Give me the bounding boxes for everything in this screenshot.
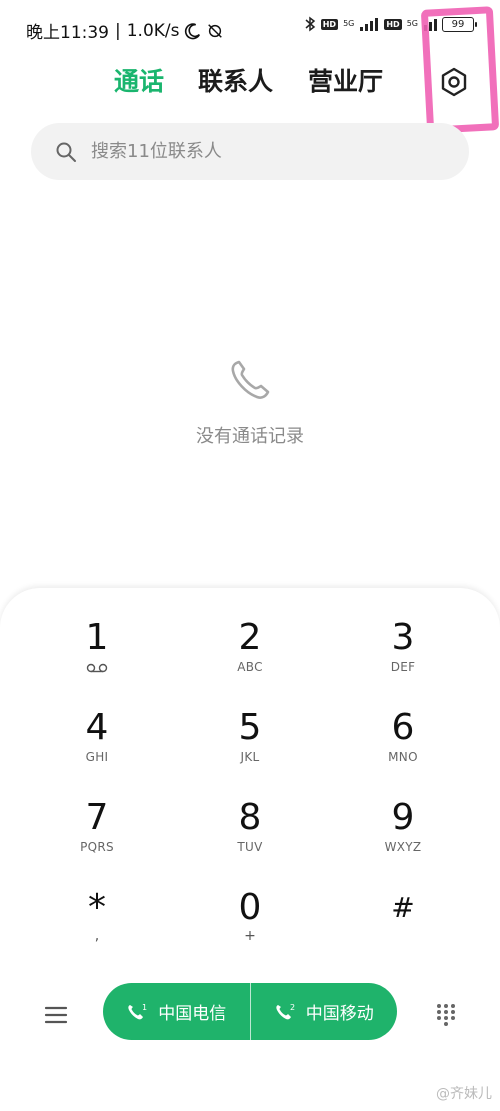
key-letters: PQRS	[80, 840, 114, 854]
moon-icon	[184, 22, 200, 39]
key-sub: +	[244, 928, 256, 944]
key-digit: #	[391, 891, 415, 924]
call-button-bar: 1 中国电信 2 中国移动	[103, 983, 397, 1040]
key-digit: 8	[238, 797, 262, 838]
key-5[interactable]: 5 JKL	[190, 702, 310, 782]
key-letters: TUV	[237, 840, 263, 854]
key-digit: 4	[85, 707, 109, 748]
key-4[interactable]: 4 GHI	[37, 702, 157, 782]
key-digit: 5	[238, 707, 262, 748]
search-bar[interactable]	[31, 123, 469, 180]
key-digit: 7	[85, 797, 109, 838]
network-type: 5G	[343, 19, 355, 28]
key-letters: WXYZ	[384, 840, 422, 854]
key-letters: DEF	[390, 660, 416, 674]
voicemail-icon	[86, 663, 108, 673]
sim2-number: 2	[290, 1003, 295, 1012]
call-sim2-button[interactable]: 2 中国移动	[251, 983, 398, 1040]
key-digit: 6	[391, 707, 415, 748]
key-0[interactable]: 0 +	[190, 882, 310, 962]
key-6[interactable]: 6 MNO	[343, 702, 463, 782]
hd-badge-2: HD	[384, 18, 402, 30]
highlight-annotation	[420, 6, 500, 134]
tab-contacts[interactable]: 联系人	[198, 62, 273, 102]
status-left: 晚上11:39 | 1.0K/s	[26, 18, 224, 43]
key-digit: 9	[391, 797, 415, 838]
key-2[interactable]: 2 ABC	[190, 612, 310, 692]
call-sim1-label: 中国电信	[158, 1004, 227, 1024]
key-star[interactable]: * ,	[37, 882, 157, 962]
key-letters: GHI	[85, 750, 109, 764]
key-1[interactable]: 1	[37, 612, 157, 692]
key-hash[interactable]: #	[343, 882, 463, 962]
key-7[interactable]: 7 PQRS	[37, 792, 157, 872]
key-letters: MNO	[388, 750, 418, 764]
sim1-number: 1	[142, 1003, 147, 1012]
status-speed: 1.0K/s	[126, 20, 180, 41]
key-digit: 2	[238, 617, 262, 658]
key-digit: 1	[85, 617, 109, 658]
tab-service-hall[interactable]: 营业厅	[308, 62, 383, 102]
phone-sim1-icon: 1	[128, 1003, 147, 1019]
phone-icon	[231, 360, 270, 399]
bluetooth-icon	[305, 16, 315, 32]
status-separator: |	[115, 20, 121, 41]
dialpad-icon[interactable]	[434, 1002, 458, 1026]
alarm-off-icon	[207, 23, 222, 38]
key-sub: ,	[94, 928, 100, 944]
call-sim1-button[interactable]: 1 中国电信	[103, 983, 250, 1040]
menu-icon[interactable]	[42, 1003, 70, 1027]
search-icon	[56, 142, 76, 162]
network-type-2: 5G	[406, 19, 418, 28]
key-digit: *	[88, 887, 106, 928]
empty-state-text: 没有通话记录	[196, 426, 304, 447]
key-letters: JKL	[240, 750, 260, 764]
status-time: 晚上11:39	[26, 23, 109, 43]
key-digit: 0	[238, 887, 262, 928]
key-letters: ABC	[237, 660, 263, 674]
key-3[interactable]: 3 DEF	[343, 612, 463, 692]
search-input[interactable]	[89, 140, 423, 163]
key-8[interactable]: 8 TUV	[190, 792, 310, 872]
signal-icon	[360, 18, 379, 31]
call-sim2-label: 中国移动	[305, 1004, 374, 1024]
watermark: @齐妹儿	[436, 1086, 492, 1102]
key-9[interactable]: 9 WXYZ	[343, 792, 463, 872]
phone-sim2-icon: 2	[276, 1003, 295, 1019]
hd-badge: HD	[320, 18, 339, 30]
tab-calls[interactable]: 通话	[114, 62, 164, 102]
key-digit: 3	[391, 617, 415, 658]
